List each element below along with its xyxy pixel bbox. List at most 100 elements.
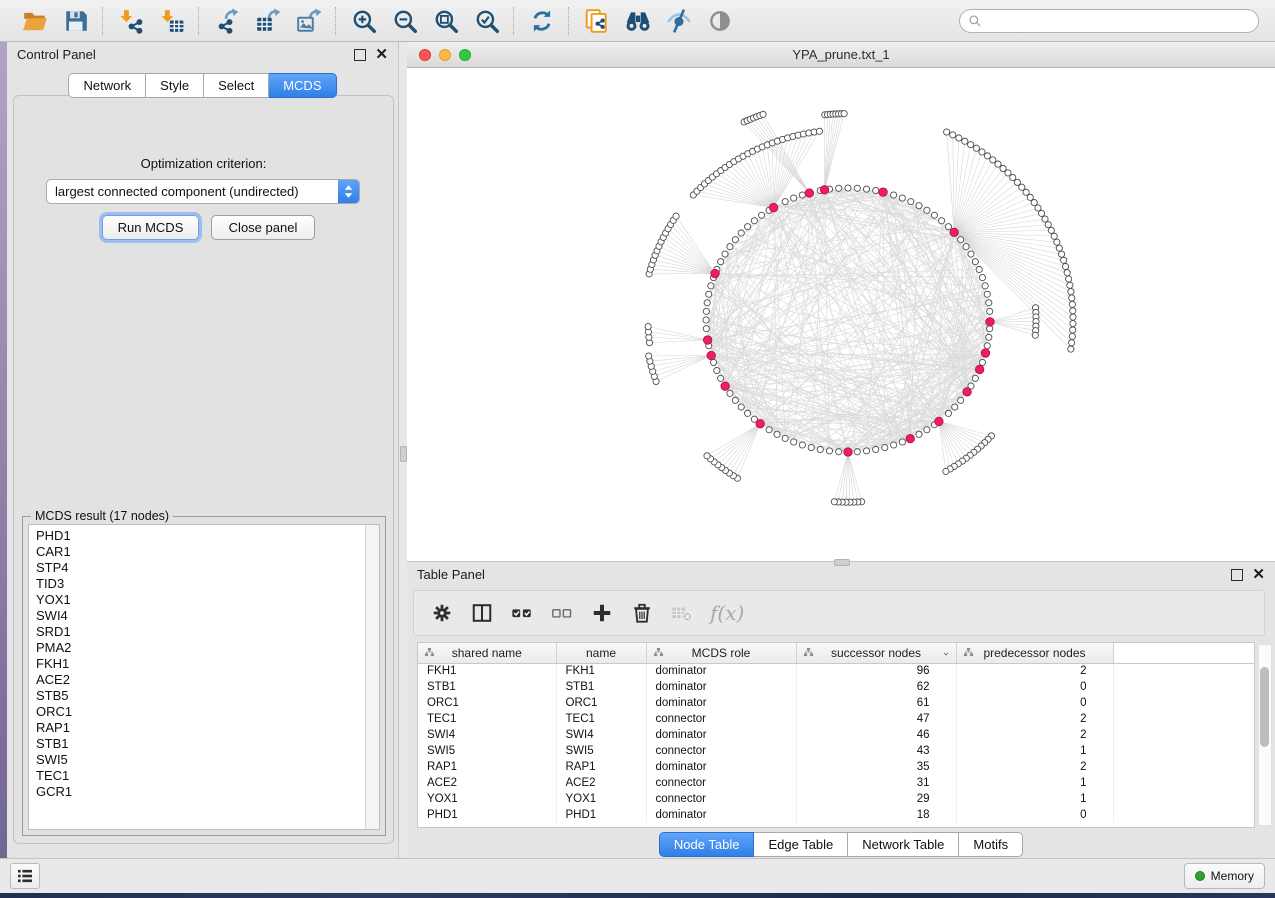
splitter-handle[interactable] [400,446,407,462]
network-node[interactable] [899,439,905,445]
satellite-node[interactable] [950,132,956,138]
network-node[interactable] [718,259,724,265]
dominator-node[interactable] [844,448,852,456]
clone-network-icon[interactable] [583,7,610,34]
network-node[interactable] [863,448,869,454]
float-table-panel-icon[interactable] [1231,569,1243,581]
network-node[interactable] [836,185,842,191]
save-session-icon[interactable] [62,7,89,34]
dominator-node[interactable] [950,228,958,236]
satellite-node[interactable] [841,111,847,117]
mcds-list-scrollbar[interactable] [365,525,379,829]
satellite-node[interactable] [816,128,822,134]
network-node[interactable] [774,431,780,437]
tab-select[interactable]: Select [204,73,269,98]
network-node[interactable] [791,195,797,201]
network-node[interactable] [758,212,764,218]
zoom-fit-icon[interactable] [432,7,459,34]
satellite-node[interactable] [1056,245,1062,251]
tab-node-table[interactable]: Node Table [659,832,755,857]
network-node[interactable] [782,435,788,441]
network-node[interactable] [986,334,992,340]
network-node[interactable] [766,427,772,433]
network-node[interactable] [706,291,712,297]
import-network-icon[interactable] [117,7,144,34]
network-node[interactable] [703,308,709,314]
network-node[interactable] [891,192,897,198]
network-node[interactable] [908,199,914,205]
table-row[interactable]: FKH1FKH1dominator962 [418,663,1254,679]
network-node[interactable] [817,446,823,452]
network-node[interactable] [744,224,750,230]
satellite-node[interactable] [760,111,766,117]
satellite-node[interactable] [1068,288,1074,294]
table-row[interactable]: ORC1ORC1dominator610 [418,695,1254,711]
network-node[interactable] [987,308,993,314]
mcds-result-item[interactable]: STB5 [36,688,372,704]
mcds-result-item[interactable]: YOX1 [36,592,372,608]
satellite-node[interactable] [1066,276,1072,282]
criterion-dropdown[interactable]: largest connected component (undirected) [46,179,360,204]
network-node[interactable] [873,446,879,452]
dominator-node[interactable] [711,269,719,277]
float-panel-icon[interactable] [354,49,366,61]
tab-mcds[interactable]: MCDS [269,73,336,98]
network-canvas-area[interactable] [407,68,1275,562]
satellite-node[interactable] [831,499,837,505]
satellite-node[interactable] [1068,346,1074,352]
column-header-predecessor-nodes[interactable]: predecessor nodes [956,643,1113,663]
network-node[interactable] [916,203,922,209]
satellite-node[interactable] [1010,174,1016,180]
tab-motifs[interactable]: Motifs [959,832,1023,857]
satellite-node[interactable] [1031,199,1037,205]
zoom-selected-icon[interactable] [473,7,500,34]
network-node[interactable] [882,444,888,450]
mcds-result-item[interactable]: SRD1 [36,624,372,640]
satellite-node[interactable] [1070,308,1076,314]
network-node[interactable] [808,444,814,450]
satellite-node[interactable] [1070,320,1076,326]
dominator-node[interactable] [986,318,994,326]
show-panel-icon[interactable] [706,7,733,34]
satellite-node[interactable] [1019,184,1025,190]
dominator-node[interactable] [769,203,777,211]
satellite-node[interactable] [645,323,651,329]
table-row[interactable]: SWI5SWI5connector431 [418,743,1254,759]
memory-button[interactable]: Memory [1184,863,1265,889]
column-header-successor-nodes[interactable]: successor nodes [796,643,956,663]
network-node[interactable] [710,359,716,365]
network-node[interactable] [968,251,974,257]
export-table-icon[interactable] [254,7,281,34]
satellite-node[interactable] [704,453,710,459]
network-node[interactable] [744,410,750,416]
network-node[interactable] [976,266,982,272]
satellite-node[interactable] [968,142,974,148]
satellite-node[interactable] [1061,257,1067,263]
dominator-node[interactable] [975,365,983,373]
mcds-result-item[interactable]: PHD1 [36,528,372,544]
network-node[interactable] [751,218,757,224]
network-node[interactable] [979,274,985,280]
network-node[interactable] [836,449,842,455]
network-node[interactable] [799,192,805,198]
mcds-result-item[interactable]: STB1 [36,736,372,752]
search-input[interactable] [988,13,1250,29]
horizontal-splitter-handle[interactable] [834,559,850,566]
network-node[interactable] [952,404,958,410]
mcds-result-item[interactable]: GCR1 [36,784,372,800]
network-node[interactable] [931,212,937,218]
satellite-node[interactable] [646,353,652,359]
zoom-in-icon[interactable] [350,7,377,34]
satellite-node[interactable] [1069,295,1075,301]
import-table-icon[interactable] [158,7,185,34]
satellite-node[interactable] [1042,216,1048,222]
table-row[interactable]: SWI4SWI4dominator462 [418,727,1254,743]
satellite-node[interactable] [1014,179,1020,185]
search-box[interactable] [959,9,1259,33]
tab-network[interactable]: Network [68,73,146,98]
satellite-node[interactable] [990,157,996,163]
column-header-name[interactable]: name [556,643,646,663]
table-scrollbar-thumb[interactable] [1260,667,1269,747]
satellite-node[interactable] [1069,340,1075,346]
satellite-node[interactable] [944,129,950,135]
